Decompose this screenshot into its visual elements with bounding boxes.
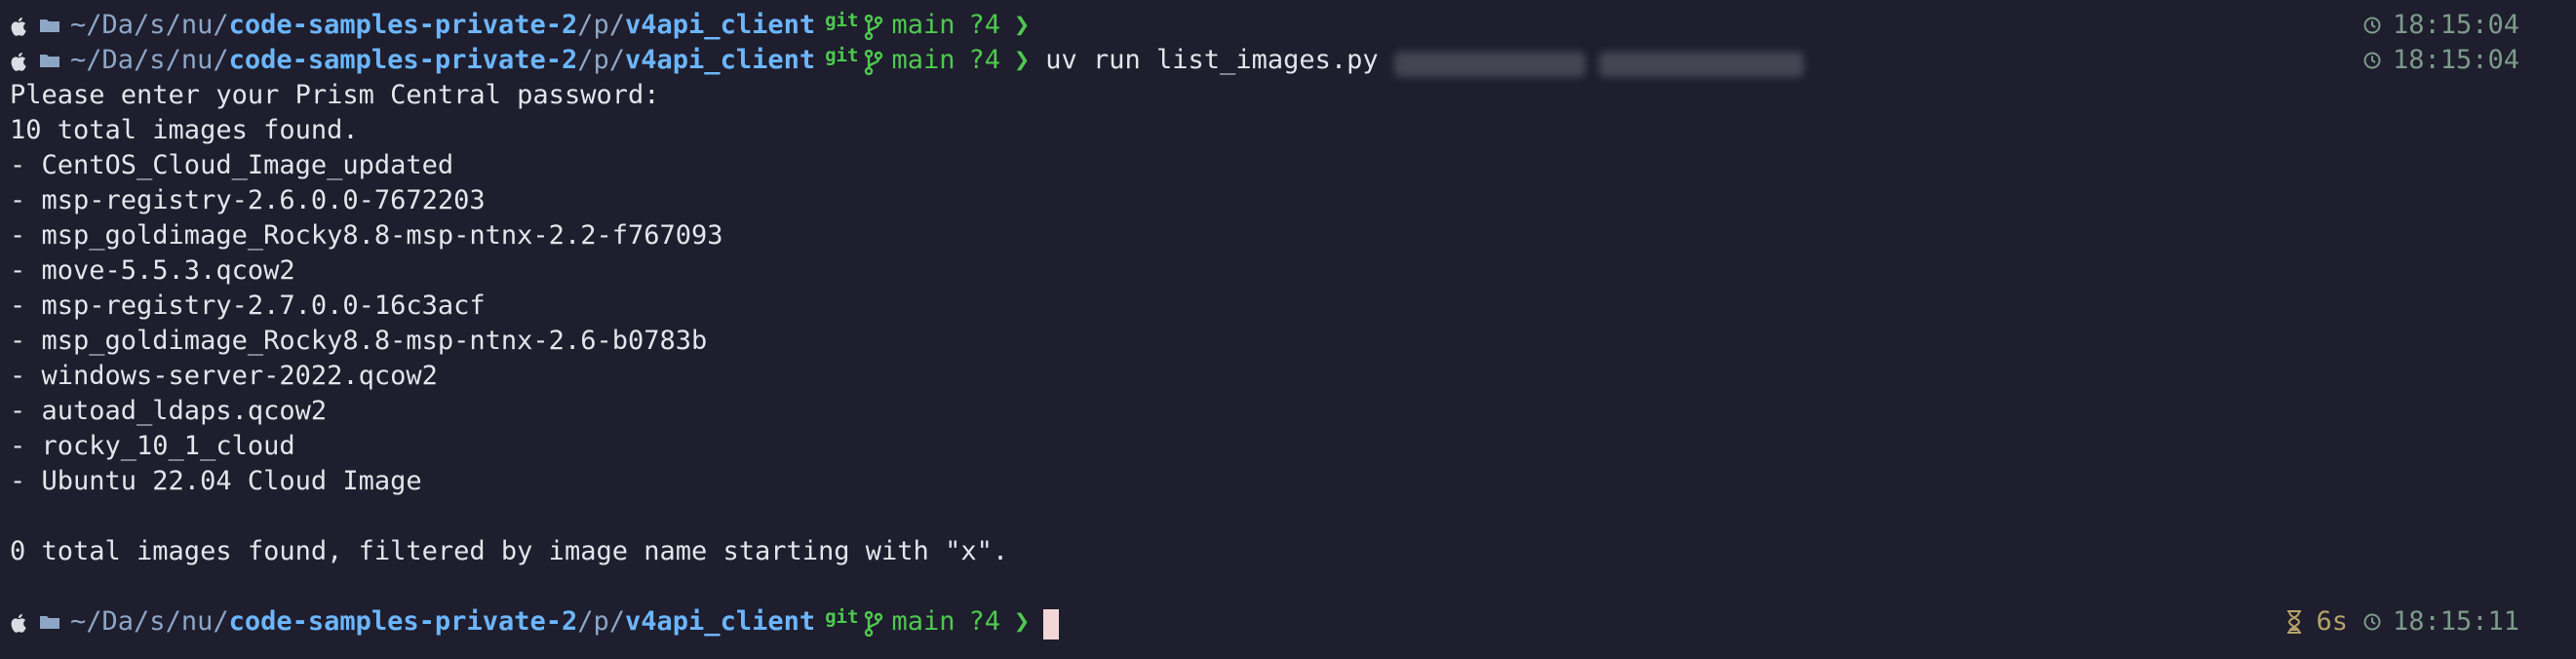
git-branch-icon <box>865 611 883 637</box>
apple-icon <box>11 17 26 36</box>
output-line: - rocky_10_1_cloud <box>10 431 295 461</box>
output-line: - Ubuntu 22.04 Cloud Image <box>10 466 422 496</box>
git-branch: main <box>891 10 956 40</box>
apple-icon <box>11 52 26 71</box>
output-line: - msp-registry-2.7.0.0-16c3acf <box>10 291 486 321</box>
path-segment: nu <box>180 45 214 75</box>
git-status: ?4 <box>968 10 1000 40</box>
path-repo: code-samples-private-2 <box>228 606 578 637</box>
output-line: - autoad_ldaps.qcow2 <box>10 396 328 426</box>
output-line: - msp_goldimage_Rocky8.8-msp-ntnx-2.2-f7… <box>10 220 723 251</box>
path-dir: v4api_client <box>625 606 816 637</box>
path-segment: Da <box>101 606 135 637</box>
clock-icon <box>2363 17 2381 34</box>
path-repo: code-samples-private-2 <box>228 10 578 40</box>
path-segment: nu <box>180 606 214 637</box>
git-label: git <box>825 606 859 628</box>
text-cursor[interactable] <box>1043 608 1060 640</box>
prompt-line-2: ~/Da / s / nu / code-samples-private-2/p / v4api… <box>10 43 2576 78</box>
git-label: git <box>825 10 859 31</box>
path-segment: s <box>149 45 166 75</box>
output-line: - CentOS_Cloud_Image_updated <box>10 150 454 180</box>
path-segment: s <box>149 10 166 40</box>
right-meta-2: 18:15:04 <box>2363 43 2519 78</box>
folder-icon <box>40 616 59 629</box>
git-branch-icon <box>865 50 883 75</box>
prompt-arrow: ❯ <box>1013 45 1031 75</box>
prompt-arrow: ❯ <box>1013 606 1031 637</box>
path-repo: code-samples-private-2 <box>228 45 578 75</box>
output-line: - windows-server-2022.qcow2 <box>10 361 438 391</box>
path-segment: Da <box>101 10 135 40</box>
clock-icon <box>2363 52 2381 69</box>
redacted-username <box>1598 52 1804 77</box>
output-line: - msp-registry-2.6.0.0-7672203 <box>10 185 486 215</box>
git-label: git <box>825 45 859 66</box>
terminal-window[interactable]: ~/Da / s / nu / code-samples-private-2/p / v4api… <box>0 0 2576 659</box>
output-line: Please enter your Prism Central password… <box>10 80 660 110</box>
path-dir: v4api_client <box>625 45 816 75</box>
path-segment: Da <box>101 45 135 75</box>
prompt-line-1: ~/Da / s / nu / code-samples-private-2/p / v4api… <box>10 8 2576 43</box>
output-line: - msp_goldimage_Rocky8.8-msp-ntnx-2.6-b0… <box>10 326 708 356</box>
folder-icon <box>40 19 59 32</box>
hourglass-icon <box>2287 610 2302 634</box>
timestamp: 18:15:11 <box>2392 606 2519 637</box>
clock-icon <box>2363 613 2381 631</box>
path-dir: v4api_client <box>625 10 816 40</box>
path-segment: p <box>593 45 609 75</box>
right-meta-1: 18:15:04 <box>2363 8 2519 43</box>
timestamp: 18:15:04 <box>2392 45 2519 75</box>
prompt-line-current[interactable]: ~/Da / s / nu / code-samples-private-2/p / v4api… <box>10 604 2576 640</box>
git-branch: main <box>891 45 956 75</box>
git-branch: main <box>891 606 956 637</box>
path-home: ~/ <box>70 10 102 40</box>
path-segment: s <box>149 606 166 637</box>
output-line: - move-5.5.3.qcow2 <box>10 255 295 286</box>
output-line: 0 total images found, filtered by image … <box>10 536 1009 566</box>
command-duration: 6s <box>2316 606 2348 637</box>
path-segment: p <box>593 606 609 637</box>
output-line: 10 total images found. <box>10 115 359 145</box>
folder-icon <box>40 55 59 67</box>
timestamp: 18:15:04 <box>2392 10 2519 40</box>
path-segment: nu <box>180 10 214 40</box>
apple-icon <box>11 613 26 633</box>
redacted-ip <box>1393 52 1585 77</box>
git-status: ?4 <box>968 45 1000 75</box>
path-segment: p <box>593 10 609 40</box>
git-branch-icon <box>865 15 883 40</box>
path-home: ~/ <box>70 45 102 75</box>
prompt-arrow: ❯ <box>1013 10 1031 40</box>
path-home: ~/ <box>70 606 102 637</box>
command-text: uv run list_images.py <box>1045 45 1379 75</box>
right-meta-current: 6s 18:15:11 <box>2286 604 2519 640</box>
git-status: ?4 <box>968 606 1000 637</box>
